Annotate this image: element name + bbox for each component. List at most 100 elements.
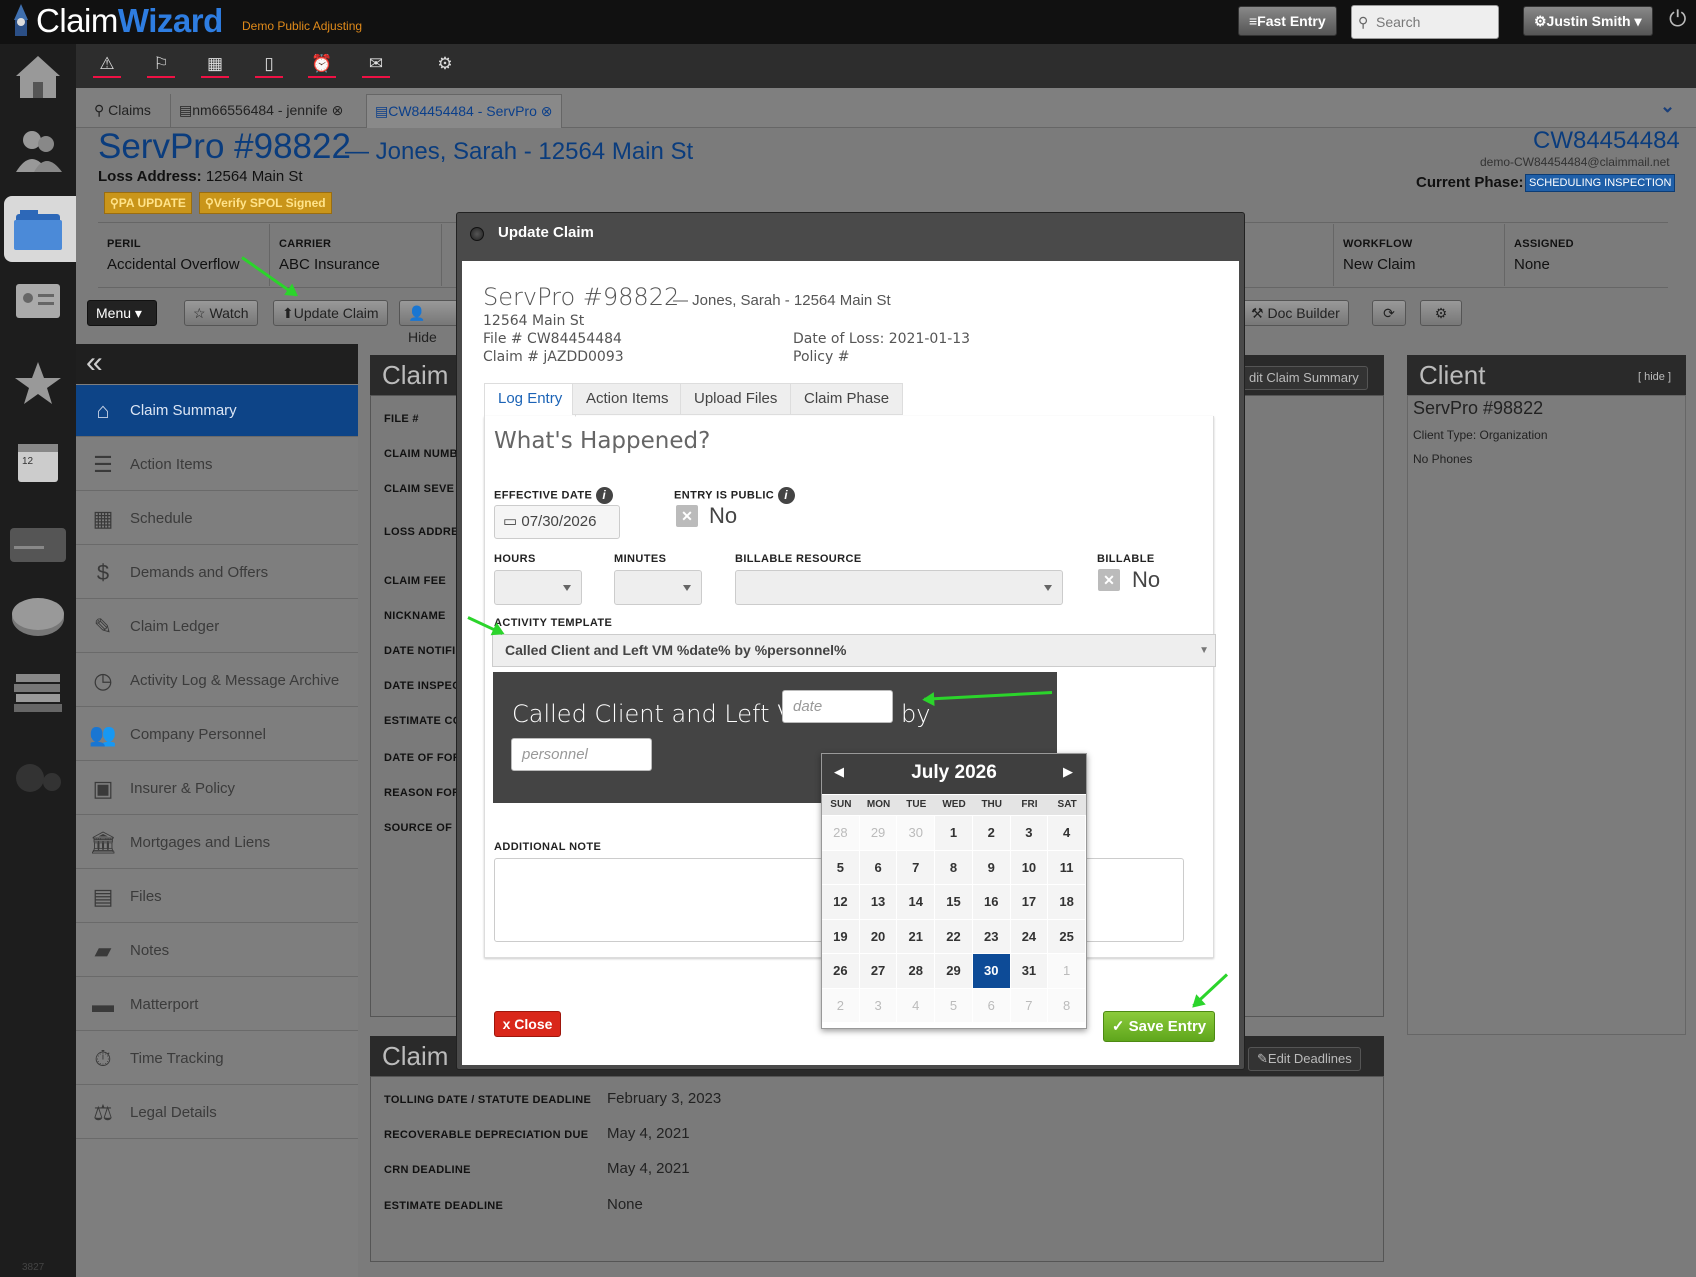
calendar-day[interactable]: 15 [935, 885, 973, 920]
calendar-day[interactable]: 3 [1010, 816, 1049, 851]
template-personnel-input[interactable]: personnel [511, 738, 652, 771]
tab-nm66556484[interactable]: ▤nm66556484 - jennife ⊗ [170, 94, 351, 128]
billable-resource-select[interactable] [735, 570, 1063, 605]
watch-button[interactable]: ☆ Watch [184, 300, 258, 326]
chevron-down-icon[interactable]: ⌄ [1660, 96, 1675, 117]
search-input[interactable]: ⚲ Search [1351, 5, 1499, 39]
calendar-day[interactable]: 14 [897, 885, 936, 920]
calendar-day[interactable]: 2 [972, 816, 1011, 851]
fast-entry-button[interactable]: ≡Fast Entry [1238, 6, 1337, 36]
claim-email[interactable]: demo-CW84454484@claimmail.net [1480, 155, 1670, 169]
calendar-icon[interactable]: 12 [8, 432, 68, 490]
calendar-day[interactable]: 29 [859, 816, 898, 851]
effective-date-input[interactable]: ▭ 07/30/2026 [494, 505, 620, 539]
pa-update-badge[interactable]: ⚲PA UPDATE [104, 192, 192, 214]
tab-claim-phase[interactable]: Claim Phase [790, 383, 904, 415]
hours-select[interactable] [494, 570, 582, 605]
save-entry-button[interactable]: ✓ Save Entry [1103, 1011, 1215, 1042]
calendar-day[interactable]: 1 [1048, 954, 1086, 989]
verify-spol-badge[interactable]: ⚲Verify SPOL Signed [199, 192, 332, 214]
contacts-icon[interactable] [8, 122, 68, 180]
calendar-day[interactable]: 30 [897, 816, 936, 851]
tab-action-items[interactable]: Action Items [572, 383, 683, 415]
calendar-day[interactable]: 6 [972, 988, 1011, 1023]
settings-icon[interactable]: ⚙ [431, 54, 459, 78]
calendar-day[interactable]: 9 [972, 850, 1011, 885]
tab-log-entry[interactable]: Log Entry [484, 383, 577, 417]
calendar-day[interactable]: 16 [972, 885, 1011, 920]
nav-insurer-policy[interactable]: ▣ Insurer & Policy [76, 763, 358, 815]
nav-schedule[interactable]: ▦ Schedule [76, 493, 358, 545]
calendar-day[interactable]: 20 [859, 919, 898, 954]
doc-builder-button[interactable]: ⚒ Doc Builder [1242, 300, 1349, 326]
flag-icon[interactable]: ⚐ [147, 54, 175, 78]
close-tab-icon[interactable]: ⊗ [332, 102, 344, 118]
alarm-icon[interactable]: ⏰ [308, 54, 336, 78]
hide-button[interactable]: 👤Hide [399, 300, 459, 345]
claims-folder-icon[interactable] [8, 200, 68, 258]
calendar-day[interactable]: 25 [1048, 919, 1086, 954]
edit-claim-summary-button[interactable]: dit Claim Summary [1240, 366, 1368, 390]
calendar-day[interactable]: 23 [972, 919, 1011, 954]
settings-cog-icon[interactable]: ⚙ [1420, 300, 1462, 326]
calendar-day[interactable]: 17 [1010, 885, 1049, 920]
nav-action-items[interactable]: ☰ Action Items [76, 439, 358, 491]
template-date-input[interactable]: date [782, 690, 893, 723]
calendar-day[interactable]: 28 [897, 954, 936, 989]
bank-card-icon[interactable] [8, 516, 68, 574]
calendar-day[interactable]: 11 [1048, 850, 1086, 885]
calendar-day[interactable]: 10 [1010, 850, 1049, 885]
calendar-day[interactable]: 3 [859, 988, 898, 1023]
calendar-day[interactable]: 8 [935, 850, 973, 885]
calendar-day[interactable]: 8 [1048, 988, 1086, 1023]
calendar-day[interactable]: 30 [972, 954, 1011, 989]
books-icon[interactable] [8, 660, 68, 718]
calendar-day[interactable]: 19 [822, 919, 860, 954]
calendar-day[interactable]: 31 [1010, 954, 1049, 989]
close-tab-icon[interactable]: ⊗ [541, 103, 553, 119]
close-button[interactable]: x Close [494, 1011, 561, 1037]
calendar-day[interactable]: 27 [859, 954, 898, 989]
calendar-small-icon[interactable]: ▦ [201, 54, 229, 78]
calendar-day[interactable]: 28 [822, 816, 860, 851]
nav-legal-details[interactable]: ⚖ Legal Details [76, 1087, 358, 1139]
edit-deadlines-button[interactable]: ✎Edit Deadlines [1248, 1047, 1361, 1071]
nav-matterport[interactable]: ▬ Matterport [76, 979, 358, 1031]
disk-icon[interactable] [8, 588, 68, 646]
update-claim-button[interactable]: ⬆Update Claim [273, 300, 388, 326]
menu-button[interactable]: Menu ▾ [87, 300, 157, 326]
calendar-day[interactable]: 13 [859, 885, 898, 920]
gears-icon[interactable] [8, 748, 68, 806]
calendar-day[interactable]: 7 [1010, 988, 1049, 1023]
calendar-day[interactable]: 1 [935, 816, 973, 851]
id-card-icon[interactable] [8, 272, 68, 330]
collapse-nav-icon[interactable]: « [76, 344, 358, 384]
document-icon[interactable]: ▯ [255, 54, 283, 78]
tab-upload-files[interactable]: Upload Files [680, 383, 792, 415]
nav-claim-summary[interactable]: ⌂ Claim Summary [76, 385, 358, 437]
calendar-day[interactable]: 21 [897, 919, 936, 954]
calendar-day[interactable]: 26 [822, 954, 860, 989]
tab-claims[interactable]: ⚲ Claims [86, 94, 159, 128]
info-icon[interactable]: i [595, 487, 613, 504]
activity-template-select[interactable]: Called Client and Left VM %date% by %per… [492, 634, 1216, 667]
next-month-icon[interactable]: ▶ [1063, 764, 1073, 780]
nav-time-tracking[interactable]: ⏱ Time Tracking [76, 1033, 358, 1085]
calendar-day[interactable]: 29 [935, 954, 973, 989]
calendar-day[interactable]: 24 [1010, 919, 1049, 954]
billable-checkbox[interactable]: ✕ [1098, 569, 1120, 591]
entry-public-checkbox[interactable]: ✕ [676, 505, 698, 527]
calendar-day[interactable]: 5 [935, 988, 973, 1023]
hide-client-link[interactable]: [ hide ] [1638, 371, 1671, 383]
calendar-day[interactable]: 5 [822, 850, 860, 885]
tab-cw84454484[interactable]: ▤CW84454484 - ServPro ⊗ [366, 94, 562, 128]
minutes-select[interactable] [614, 570, 702, 605]
calendar-day[interactable]: 12 [822, 885, 860, 920]
nav-company-personnel[interactable]: 👥 Company Personnel [76, 709, 358, 761]
nav-demands-offers[interactable]: $ Demands and Offers [76, 547, 358, 599]
nav-activity-log[interactable]: ◷ Activity Log & Message Archive [76, 655, 358, 707]
nav-notes[interactable]: ▰ Notes [76, 925, 358, 977]
calendar-day[interactable]: 4 [1048, 816, 1086, 851]
previous-month-icon[interactable]: ◀ [834, 764, 844, 780]
calendar-day[interactable]: 6 [859, 850, 898, 885]
